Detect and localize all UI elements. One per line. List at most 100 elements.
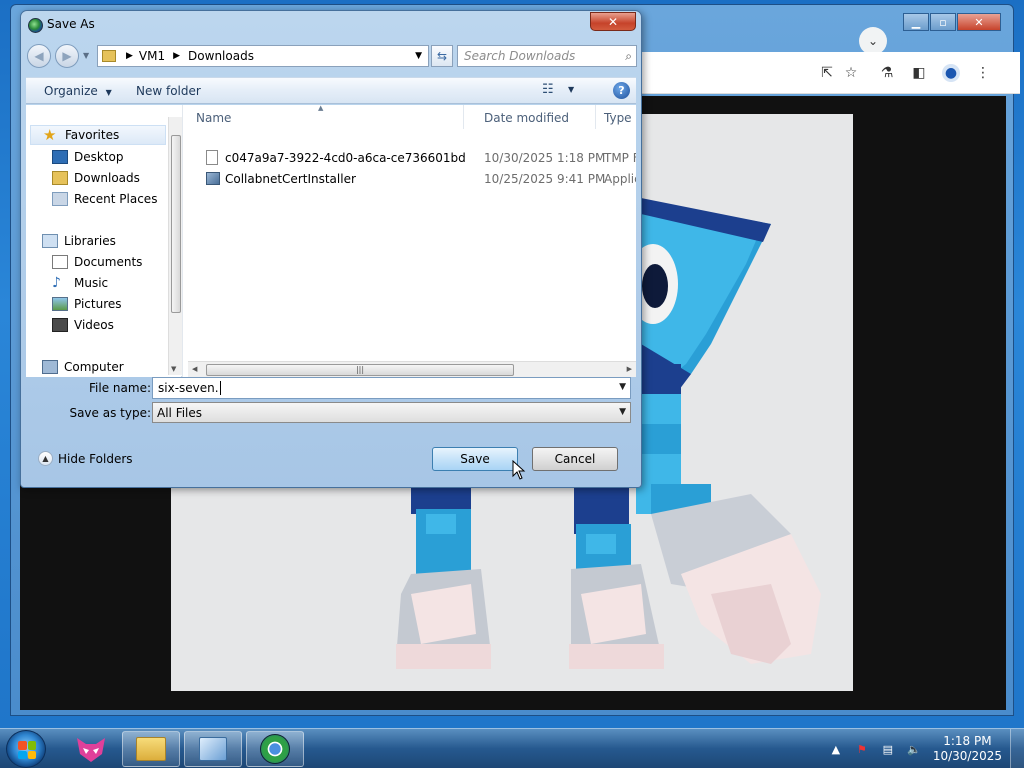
bookmark-star-icon[interactable]: ☆ [842, 64, 860, 82]
start-button[interactable] [6, 730, 46, 768]
star-icon: ★ [43, 126, 57, 144]
organize-button[interactable]: Organize ▼ [44, 84, 112, 98]
taskbar-app-chrome[interactable] [246, 731, 304, 767]
column-header-type[interactable]: Type [596, 105, 636, 129]
scroll-left-icon[interactable]: ◀ [192, 365, 197, 373]
cancel-button[interactable]: Cancel [532, 447, 618, 471]
refresh-icon[interactable]: ⇆ [431, 45, 453, 67]
mouse-pointer-icon [512, 460, 526, 480]
maximize-button[interactable]: ▫ [930, 13, 956, 31]
nav-item-recent-places[interactable]: Recent Places [52, 189, 157, 209]
dialog-title: Save As [47, 17, 95, 31]
breadcrumb-separator-icon[interactable]: ▶ [173, 51, 180, 61]
nav-label: Music [74, 276, 109, 290]
pictures-icon [52, 297, 68, 311]
documents-icon [52, 255, 68, 269]
downloads-folder-icon [52, 171, 68, 185]
taskbar-app-control-panel[interactable] [184, 731, 242, 767]
address-bar[interactable]: ▶ VM1 ▶ Downloads ▼ [97, 45, 429, 67]
tab-search-icon[interactable]: ⌄ [859, 27, 887, 55]
dialog-close-button[interactable]: ✕ [590, 12, 636, 31]
profile-avatar-icon[interactable]: ● [942, 64, 960, 82]
recent-places-icon [52, 192, 68, 206]
save-as-type-select[interactable]: All Files ▼ [152, 402, 631, 423]
back-arrow-icon[interactable]: ◀ [27, 44, 51, 68]
control-panel-icon [199, 737, 227, 761]
column-header-name[interactable]: Name [188, 105, 464, 129]
hide-folders-label: Hide Folders [58, 451, 133, 466]
labs-flask-icon[interactable]: ⚗ [878, 64, 896, 82]
breadcrumb-downloads[interactable]: Downloads [188, 49, 254, 63]
command-toolbar: Organize ▼ New folder ☷ ▼ ? [26, 77, 636, 104]
scroll-right-icon[interactable]: ▶ [627, 365, 632, 373]
view-dropdown-icon[interactable]: ▼ [568, 85, 574, 94]
forward-arrow-icon[interactable]: ▶ [55, 44, 79, 68]
clock[interactable]: 1:18 PM 10/30/2025 [933, 734, 1002, 764]
folder-icon [102, 50, 116, 62]
nav-label: Recent Places [74, 192, 158, 206]
minimize-button[interactable]: ▁ [903, 13, 929, 31]
nav-item-favorites[interactable]: ★ Favorites [30, 125, 166, 145]
share-icon[interactable]: ⇱ [818, 64, 836, 82]
windows-logo-icon [18, 741, 36, 759]
new-folder-button[interactable]: New folder [136, 84, 201, 98]
nav-item-downloads[interactable]: Downloads [52, 168, 140, 188]
nav-label: Videos [74, 318, 114, 332]
help-icon[interactable]: ? [613, 82, 630, 99]
show-hidden-icons-icon[interactable]: ▲ [828, 741, 844, 757]
navigation-scrollbar[interactable]: ▼ [168, 117, 182, 375]
file-type: Applicatio [604, 172, 636, 186]
chevron-down-icon[interactable]: ▼ [619, 407, 626, 417]
search-input[interactable]: Search Downloads ⌕ [457, 45, 637, 67]
taskbar-app-fox[interactable] [62, 731, 120, 767]
nav-item-music[interactable]: ♪ Music [52, 273, 108, 293]
nav-item-libraries[interactable]: Libraries [42, 231, 116, 251]
nav-label: Desktop [74, 150, 124, 164]
system-tray: ▲ ⚑ ▤ 🔈 1:18 PM 10/30/2025 [823, 729, 1024, 768]
nav-item-pictures[interactable]: Pictures [52, 294, 122, 314]
browser-toolbar: ⇱ ☆ ⚗ ◧ ● ⋮ [628, 52, 1020, 94]
menu-kebab-icon[interactable]: ⋮ [974, 64, 992, 82]
file-date: 10/25/2025 9:41 PM [484, 172, 606, 186]
save-button[interactable]: Save [432, 447, 518, 471]
file-name-value: six-seven. [158, 381, 219, 395]
sort-ascending-icon: ▲ [318, 104, 324, 112]
nav-item-computer[interactable]: Computer [42, 357, 124, 377]
nav-item-desktop[interactable]: Desktop [52, 147, 124, 167]
nav-item-documents[interactable]: Documents [52, 252, 142, 272]
column-header-date-modified[interactable]: Date modified [476, 105, 596, 129]
hide-folders-button[interactable]: ▲ Hide Folders [38, 451, 133, 466]
file-list-scrollbar[interactable]: ◀ ||| ▶ [188, 361, 636, 377]
view-options-icon[interactable]: ☷ [542, 82, 554, 97]
nav-label: Favorites [65, 128, 120, 142]
chrome-icon [260, 734, 290, 764]
nav-item-videos[interactable]: Videos [52, 315, 114, 335]
action-center-flag-icon[interactable]: ⚑ [854, 741, 870, 757]
file-row[interactable]: CollabnetCertInstaller 10/25/2025 9:41 P… [188, 169, 636, 189]
address-dropdown-icon[interactable]: ▼ [415, 51, 422, 61]
breadcrumb-vm1[interactable]: VM1 [139, 49, 165, 63]
network-icon[interactable]: ▤ [880, 741, 896, 757]
breadcrumb-separator-icon[interactable]: ▶ [126, 51, 133, 61]
nav-label: Documents [74, 255, 143, 269]
show-desktop-button[interactable] [1010, 729, 1024, 768]
chrome-app-icon [28, 18, 43, 33]
column-label: Type [604, 111, 632, 125]
scrollbar-thumb[interactable] [171, 135, 181, 313]
file-name-dropdown-icon[interactable]: ▼ [619, 382, 626, 392]
file-name-label: File name: [89, 381, 151, 395]
file-name-input[interactable]: six-seven. ▼ [152, 377, 631, 399]
recent-locations-chevron-icon[interactable]: ▼ [83, 51, 89, 60]
scrollbar-thumb[interactable]: ||| [206, 364, 514, 376]
nav-label: Computer [64, 360, 124, 374]
file-row[interactable]: c047a9a7-3922-4cd0-a6ca-ce736601bd22... … [188, 148, 636, 168]
volume-muted-icon[interactable]: 🔈 [906, 741, 922, 757]
close-button[interactable]: ✕ [957, 13, 1001, 31]
organize-label: Organize [44, 84, 98, 98]
side-panel-icon[interactable]: ◧ [910, 64, 928, 82]
scroll-down-icon[interactable]: ▼ [171, 365, 176, 373]
taskbar-app-explorer[interactable] [122, 731, 180, 767]
save-as-type-value: All Files [157, 406, 203, 420]
search-icon[interactable]: ⌕ [625, 49, 632, 64]
videos-icon [52, 318, 68, 332]
